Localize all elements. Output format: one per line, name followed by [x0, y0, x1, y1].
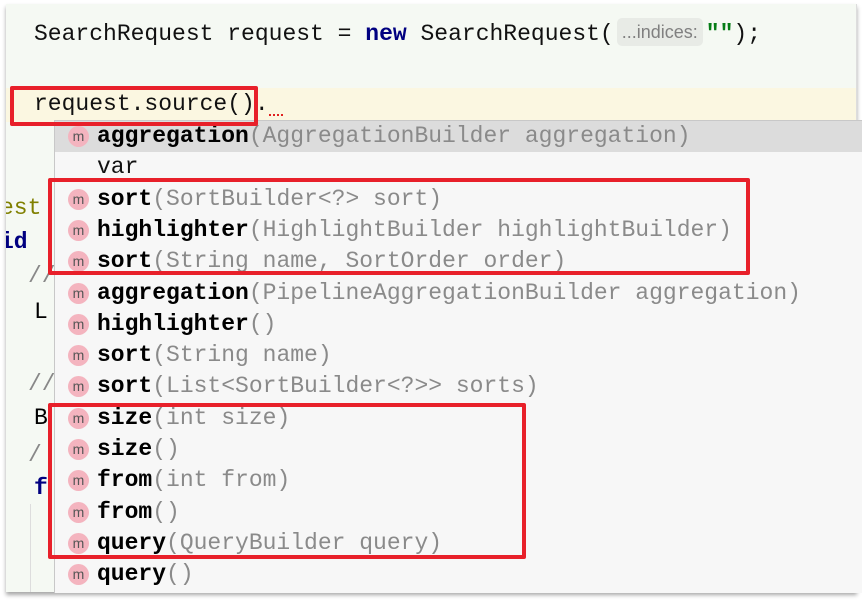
code-fragment: B	[34, 405, 48, 431]
method-name: aggregation	[97, 123, 249, 149]
code-fragment: /	[28, 442, 42, 468]
method-params: ()	[166, 561, 194, 588]
method-name: sort	[97, 373, 153, 400]
code-text: SearchRequest(	[406, 21, 614, 47]
error-squiggle	[268, 108, 283, 116]
keyword: new	[365, 21, 407, 47]
code-text: );	[733, 21, 761, 47]
method-params: (String name)	[152, 342, 332, 369]
annotation-box	[10, 86, 258, 126]
method-icon: m	[68, 376, 89, 398]
method-icon: m	[68, 564, 89, 586]
method-params: (List<SortBuilder<?>> sorts)	[152, 373, 539, 400]
method-name: var	[97, 154, 139, 181]
method-name: query	[97, 561, 167, 588]
completion-item[interactable]: m query()	[55, 559, 862, 590]
method-name: aggregation	[97, 279, 249, 306]
code-fragment: f	[34, 475, 48, 501]
method-params: (AggregationBuilder aggregation)	[248, 123, 691, 149]
code-fragment: id	[6, 229, 28, 255]
method-icon: m	[68, 313, 89, 335]
indent-guide	[30, 504, 31, 592]
method-icon: m	[68, 345, 89, 367]
type-name: SearchRequest	[34, 21, 214, 47]
method-icon: m	[68, 126, 89, 147]
string-literal: ""	[705, 21, 734, 47]
completion-item-label: highlighter()	[97, 309, 276, 340]
code-line-1: SearchRequest request = new SearchReques…	[34, 18, 761, 50]
method-params: ()	[248, 310, 277, 337]
code-fragment: //	[28, 371, 56, 397]
method-icon: m	[68, 282, 89, 304]
completion-item[interactable]: m aggregation(PipelineAggregationBuilder …	[55, 278, 862, 309]
method-name: highlighter	[97, 310, 249, 337]
completion-item[interactable]: m sort(List<SortBuilder<?>> sorts)	[55, 371, 862, 402]
completion-item-label: sort(List<SortBuilder<?>> sorts)	[97, 371, 539, 402]
annotation-box	[48, 178, 750, 275]
parameter-hint: ...indices:	[616, 18, 703, 46]
completion-item-label: sort(String name)	[97, 340, 332, 371]
completion-item[interactable]: m sort(String name)	[55, 340, 862, 371]
completion-item[interactable]: m highlighter()	[55, 309, 862, 340]
completion-item-label: aggregation(PipelineAggregationBuilder a…	[97, 278, 801, 309]
code-fragment: est	[6, 195, 42, 221]
annotation-box	[48, 403, 526, 559]
method-params: (PipelineAggregationBuilder aggregation)	[248, 279, 801, 306]
code-text: request =	[213, 21, 366, 47]
code-fragment: L	[34, 299, 48, 325]
completion-item-label: query()	[97, 559, 194, 590]
method-name: sort	[97, 342, 153, 369]
